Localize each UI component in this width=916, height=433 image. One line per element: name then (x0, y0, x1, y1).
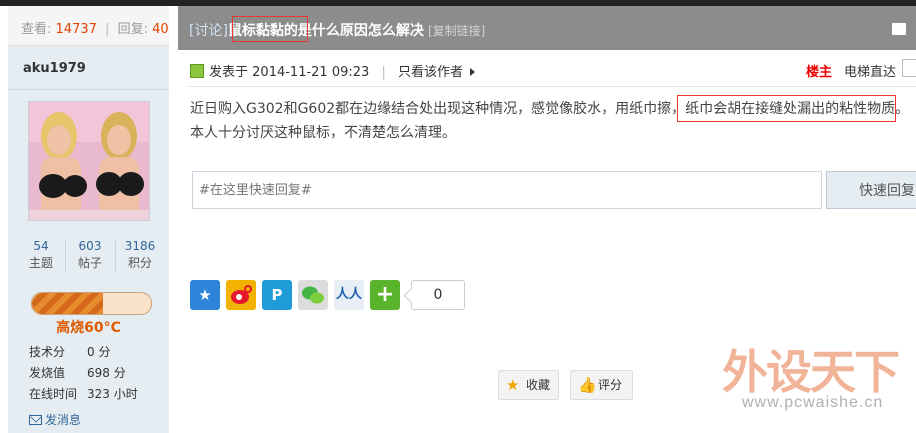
copy-link-button[interactable]: [复制链接] (428, 24, 485, 38)
more-share-icon[interactable]: + (370, 280, 400, 310)
stat-value: 323 小时 (87, 387, 138, 401)
posted-prefix: 发表于 (209, 65, 249, 80)
floor-label: 楼主 (806, 65, 833, 80)
count-posts[interactable]: 603 帖子 (65, 238, 115, 272)
thumbs-up-icon: 👍 (578, 376, 597, 394)
post-meta: 发表于 2014-11-21 09:23 | 只看该作者 (190, 61, 475, 80)
count-posts-value: 603 (78, 239, 102, 253)
stat-key: 技术分 (29, 345, 66, 359)
author-divider (8, 89, 169, 90)
elevator-label: 电梯直达 (844, 65, 897, 80)
tencent-weibo-icon[interactable]: P (262, 280, 292, 310)
weibo-icon[interactable] (226, 280, 256, 310)
rate-label: 评分 (598, 378, 623, 392)
star-icon: ★ (506, 376, 520, 394)
elevator-input[interactable] (902, 59, 916, 77)
count-threads[interactable]: 54 主题 (16, 238, 66, 272)
avatar[interactable] (28, 101, 150, 221)
rate-button[interactable]: 👍 评分 (570, 370, 633, 400)
post-content-line: 本人十分讨厌这种鼠标，不清楚怎么清理。 (190, 125, 456, 141)
quick-reply-input[interactable] (192, 171, 822, 209)
posted-time: 2014-11-21 09:23 (252, 65, 370, 80)
watermark-url: www.pcwaishe.cn (742, 394, 884, 411)
favorite-label: 收藏 (526, 378, 551, 392)
quick-reply-button[interactable]: 快速回复 (826, 171, 916, 209)
stat-value: 0 分 (87, 345, 111, 359)
wechat-glyph (302, 286, 324, 304)
heat-progress-fill (32, 293, 104, 314)
weibo-glyph (231, 285, 252, 304)
count-credits-label: 积分 (127, 256, 152, 270)
replies-count: 40 (152, 22, 169, 37)
share-count: 0 (411, 280, 465, 310)
site-watermark: 外设天下 www.pcwaishe.cn (718, 336, 916, 428)
stat-value: 698 分 (87, 366, 126, 380)
thread-title-bar: [讨论]鼠标黏黏的是什么原因怎么解决 [复制链接] (178, 6, 916, 50)
count-threads-value: 54 (33, 239, 49, 253)
stat-key: 发烧值 (29, 366, 66, 380)
stat-row-tech: 技术分 0 分 (29, 343, 110, 360)
send-message-link[interactable]: 发消息 (29, 411, 81, 428)
title-highlight-box (232, 16, 308, 42)
heat-progress-bar (31, 292, 152, 315)
author-column: 查看: 14737 | 回复: 40 aku1979 54 主题 603 帖子 … (8, 6, 169, 433)
stat-row-fever: 发烧值 698 分 (29, 364, 126, 381)
count-credits[interactable]: 3186 积分 (115, 238, 165, 272)
watermark-brand: 外设天下 (722, 345, 900, 399)
renren-icon[interactable]: 人人 (334, 280, 364, 310)
count-posts-label: 帖子 (77, 256, 102, 270)
views-count: 14737 (55, 22, 97, 37)
replies-label: 回复: (117, 22, 148, 37)
envelope-icon (29, 415, 42, 425)
stats-divider: | (105, 22, 110, 37)
print-icon[interactable] (892, 23, 906, 35)
count-threads-label: 主题 (28, 256, 53, 270)
meta-divider: | (381, 65, 386, 80)
count-credits-value: 3186 (124, 239, 156, 253)
favorite-button[interactable]: ★ 收藏 (498, 370, 559, 400)
caret-right-icon (470, 68, 475, 76)
send-message-label: 发消息 (45, 413, 82, 427)
thread-category-link[interactable]: [讨论] (189, 23, 228, 39)
content-highlight-box (677, 95, 896, 122)
wechat-icon[interactable] (298, 280, 328, 310)
author-name[interactable]: aku1979 (23, 61, 86, 76)
qzone-icon[interactable]: ★ (190, 280, 220, 310)
author-only-link[interactable]: 只看该作者 (398, 65, 463, 80)
heat-label: 高烧60°C (56, 320, 121, 336)
views-label: 查看: (21, 22, 52, 37)
stat-key: 在线时间 (29, 387, 78, 401)
post-status-icon (190, 64, 204, 78)
avatar-image (29, 102, 149, 220)
meta-divider-line (188, 86, 916, 87)
stat-row-online: 在线时间 323 小时 (29, 385, 138, 402)
author-counts: 54 主题 603 帖子 3186 积分 (8, 238, 169, 274)
thread-stats: 查看: 14737 | 回复: 40 (8, 6, 169, 46)
